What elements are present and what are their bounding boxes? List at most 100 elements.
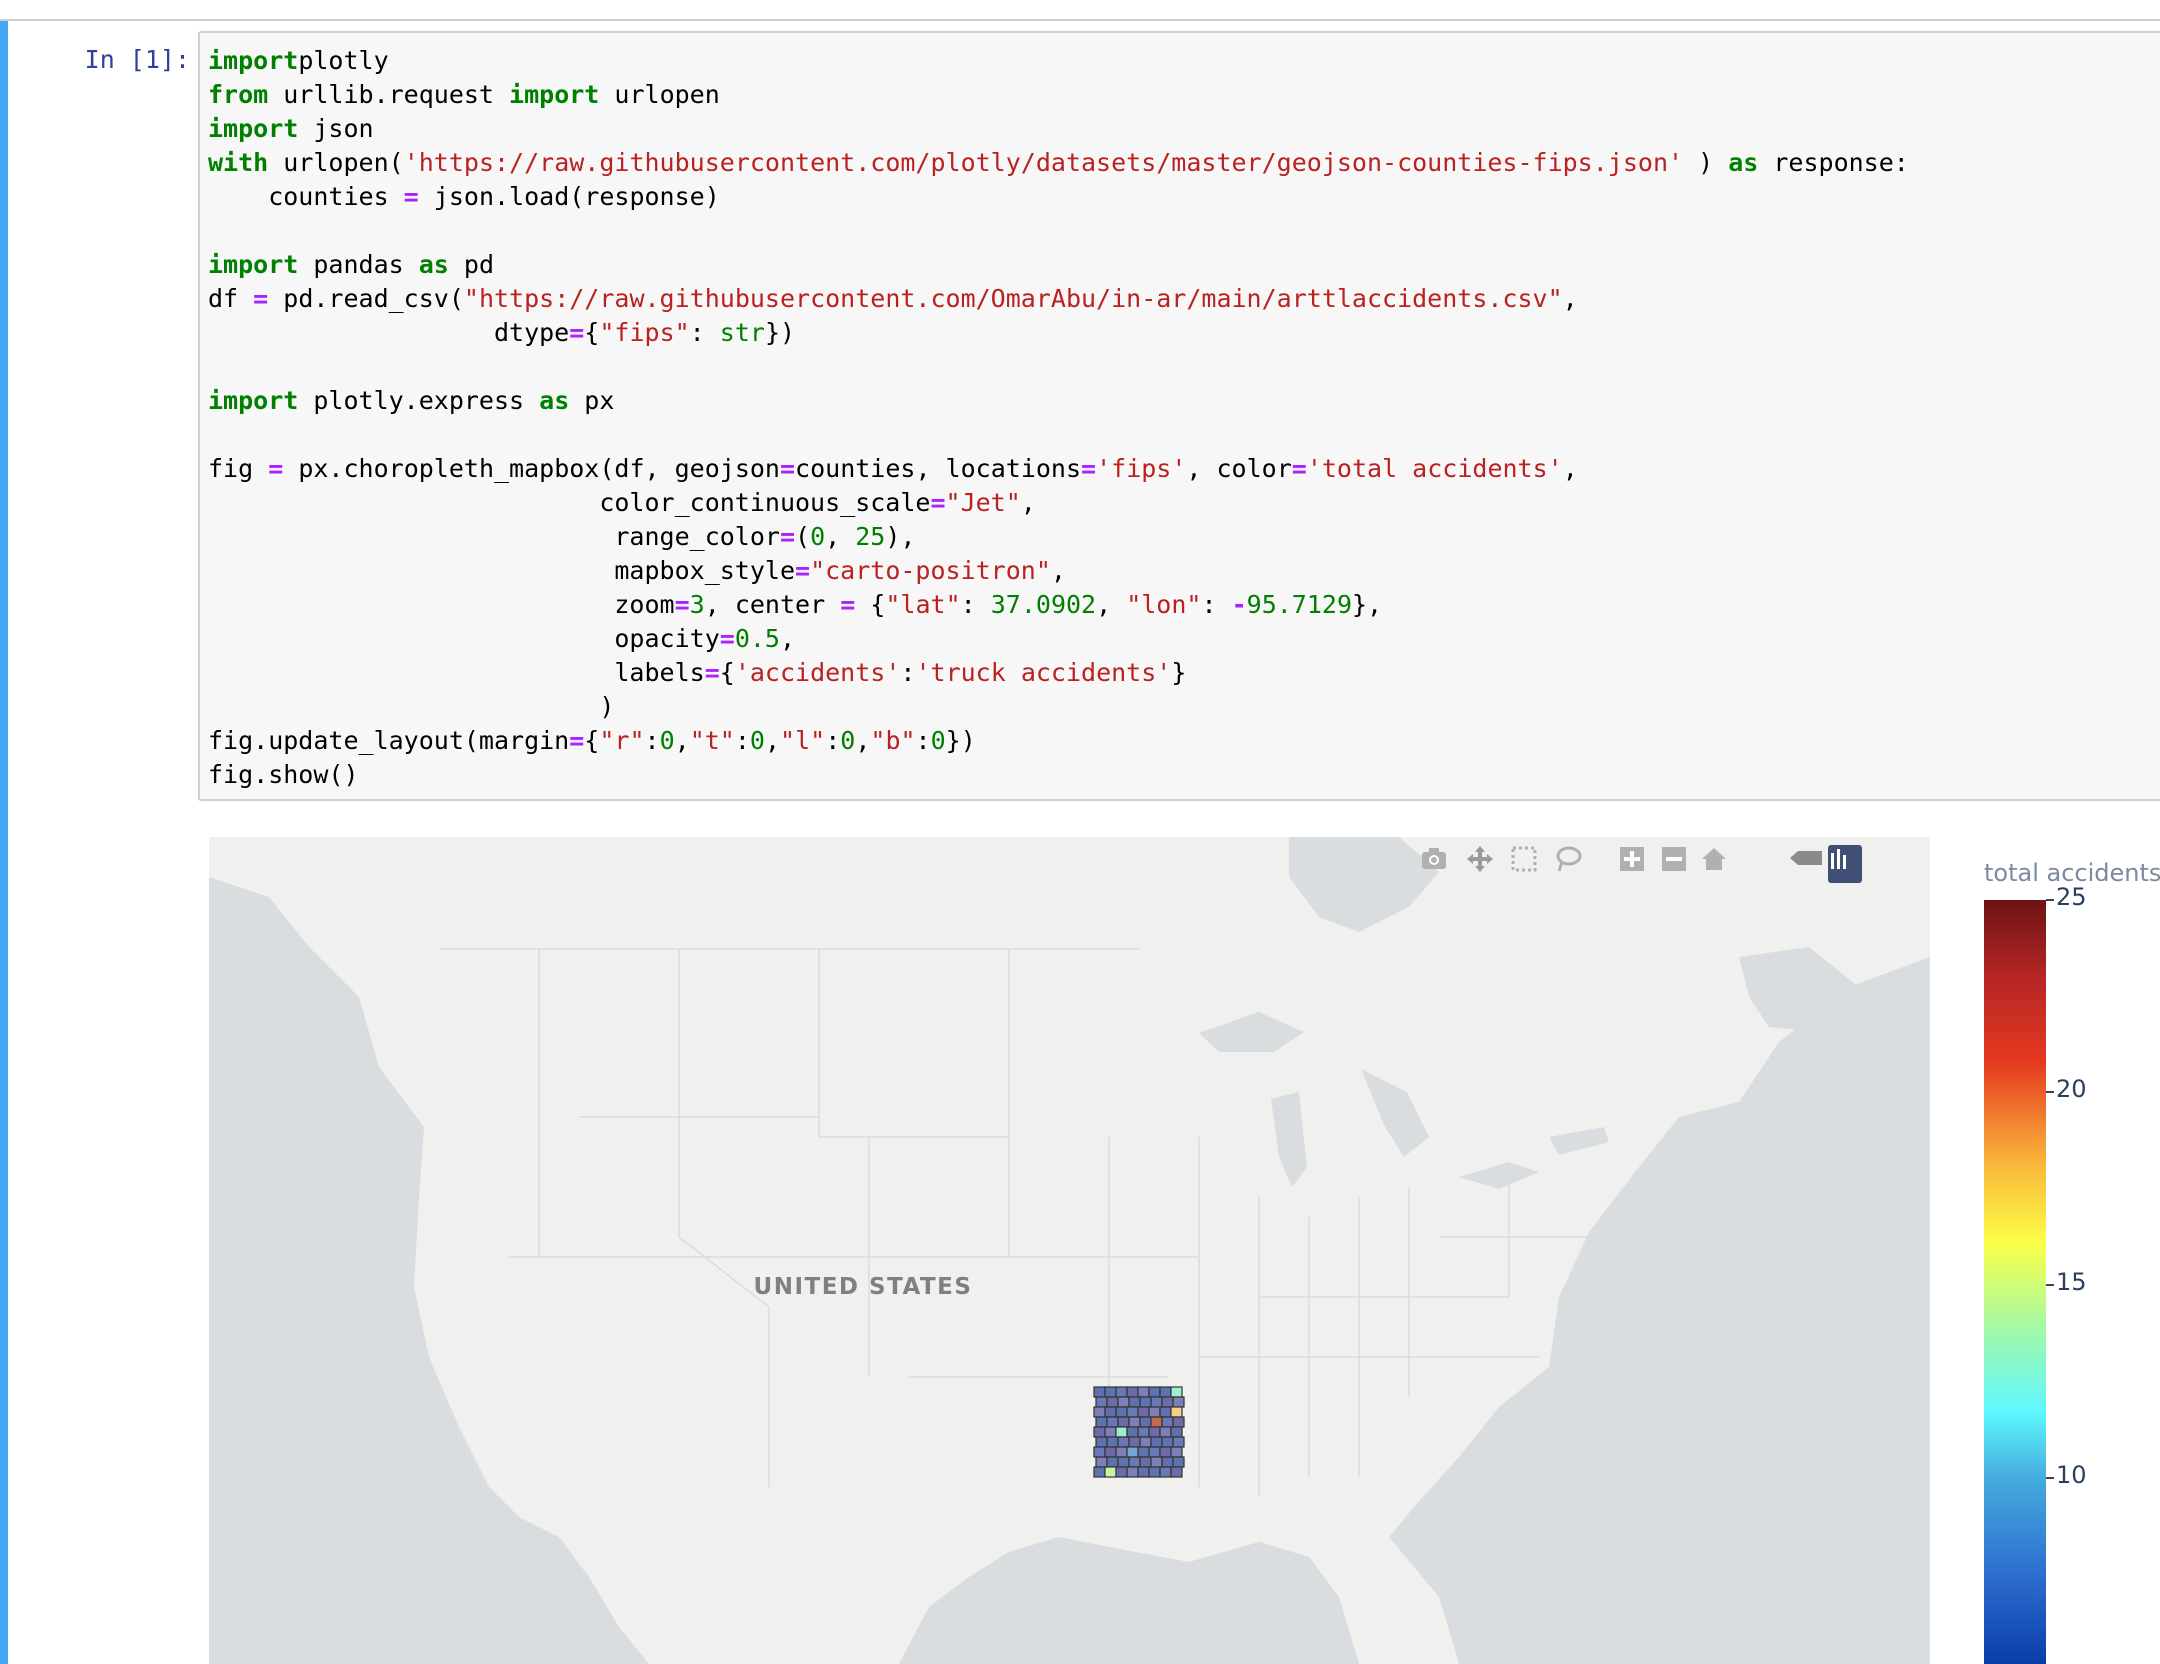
code-token: fig.show(): [208, 760, 359, 789]
county-shape: [1137, 1426, 1150, 1438]
code-token: response:: [1758, 148, 1909, 177]
map-figure[interactable]: UNITED STATES: [209, 837, 1930, 1664]
code-token: =: [569, 318, 585, 347]
county-shape: [1093, 1406, 1106, 1418]
code-token: 'truck accidents': [915, 658, 1172, 687]
county-shape: [1172, 1416, 1185, 1428]
code-line: mapbox_style="carto-positron",: [208, 554, 1909, 588]
code-token: "lon": [1126, 590, 1202, 619]
county-shape: [1159, 1466, 1172, 1478]
code-token: zoom: [208, 590, 675, 619]
code-token: =: [253, 284, 269, 313]
colorbar-tick: [2046, 1091, 2054, 1093]
code-token: 0: [659, 726, 675, 755]
county-shape: [1115, 1466, 1128, 1478]
zoom-in-icon[interactable]: [1618, 845, 1656, 883]
code-token: =: [719, 624, 735, 653]
code-token: =: [403, 182, 419, 211]
code-line: opacity=0.5,: [208, 622, 1909, 656]
county-shape: [1093, 1426, 1106, 1438]
notebook-top-border: [0, 19, 2160, 21]
hover-icon[interactable]: [1788, 845, 1826, 883]
county-shape: [1159, 1446, 1172, 1458]
colorbar: total accidents 25 20 15 10: [1984, 837, 2160, 1664]
code-token: 'fips': [1096, 454, 1187, 483]
code-text[interactable]: importplotly from urllib.request import u…: [208, 44, 1909, 792]
reset-view-icon[interactable]: [1700, 845, 1738, 883]
county-shape: [1161, 1436, 1174, 1448]
code-token: as: [418, 250, 449, 279]
code-token: =: [930, 488, 946, 517]
county-shape: [1150, 1396, 1163, 1408]
code-token: counties, locations: [795, 454, 1082, 483]
code-token: opacity: [208, 624, 720, 653]
code-token: 95.7129: [1246, 590, 1352, 619]
county-shape: [1139, 1456, 1152, 1468]
county-shape: [1106, 1436, 1119, 1448]
county-shape: [1161, 1396, 1174, 1408]
county-shape: [1126, 1446, 1139, 1458]
county-shape: [1159, 1426, 1172, 1438]
zoom-out-icon[interactable]: [1660, 845, 1698, 883]
box-select-icon[interactable]: [1510, 845, 1548, 883]
code-token: :: [960, 590, 991, 619]
county-shape: [1170, 1426, 1183, 1438]
code-line: with urlopen('https://raw.githubusercont…: [208, 146, 1909, 180]
code-token: ,: [764, 726, 781, 755]
code-line: dtype={"fips": str}): [208, 316, 1909, 350]
code-token: , center: [704, 590, 841, 619]
county-shape: [1126, 1466, 1139, 1478]
code-token: {: [584, 318, 600, 347]
code-token: {: [855, 590, 886, 619]
code-token: ,: [1562, 284, 1578, 313]
county-shape: [1172, 1436, 1185, 1448]
code-token: urlopen(: [268, 148, 404, 177]
lasso-icon[interactable]: [1554, 845, 1592, 883]
pan-icon[interactable]: [1466, 845, 1504, 883]
code-token: :: [734, 726, 750, 755]
code-line: zoom=3, center = {"lat": 37.0902, "lon":…: [208, 588, 1909, 622]
county-shape: [1137, 1466, 1150, 1478]
code-line: ): [208, 690, 1909, 724]
code-token: "fips": [599, 318, 690, 347]
camera-icon[interactable]: [1420, 845, 1458, 883]
cell-prompt: In [1]:: [84, 45, 190, 74]
code-token: :: [825, 726, 841, 755]
code-token: from: [208, 80, 269, 109]
code-token: =: [268, 454, 284, 483]
code-token: pd.read_csv(: [268, 284, 464, 313]
code-token: ,: [1020, 488, 1036, 517]
code-token: 0: [930, 726, 946, 755]
code-token: ): [1683, 148, 1729, 177]
code-token: dtype: [208, 318, 570, 347]
code-line: counties = json.load(response): [208, 180, 1909, 214]
county-shape: [1095, 1436, 1108, 1448]
code-token: range_color: [208, 522, 780, 551]
code-token: ,: [674, 726, 690, 755]
code-token: }): [764, 318, 796, 347]
county-shape: [1093, 1446, 1106, 1458]
code-line: from urllib.request import urlopen: [208, 78, 1909, 112]
map-base-layer: [209, 837, 1930, 1664]
colorbar-tick-label: 20: [2056, 1075, 2087, 1103]
code-token: px: [569, 386, 615, 415]
code-token: {: [719, 658, 735, 687]
code-line: labels={'accidents':'truck accidents'}: [208, 656, 1909, 690]
county-shape: [1095, 1416, 1108, 1428]
code-token: =: [704, 658, 720, 687]
code-line: fig.show(): [208, 758, 1909, 792]
code-token: str: [719, 318, 765, 347]
county-shape: [1115, 1406, 1128, 1418]
county-shape: [1150, 1456, 1163, 1468]
county-shape: [1150, 1416, 1163, 1428]
county-shape: [1104, 1426, 1117, 1438]
code-token: 'total accidents': [1306, 454, 1563, 483]
county-shape: [1148, 1446, 1161, 1458]
county-shape: [1137, 1386, 1150, 1398]
code-token: pandas: [298, 250, 419, 279]
county-shape: [1170, 1466, 1183, 1478]
code-token: fig: [208, 454, 269, 483]
plotly-logo-icon[interactable]: [1828, 845, 1862, 883]
county-shape: [1150, 1436, 1163, 1448]
code-token: 25: [855, 522, 886, 551]
